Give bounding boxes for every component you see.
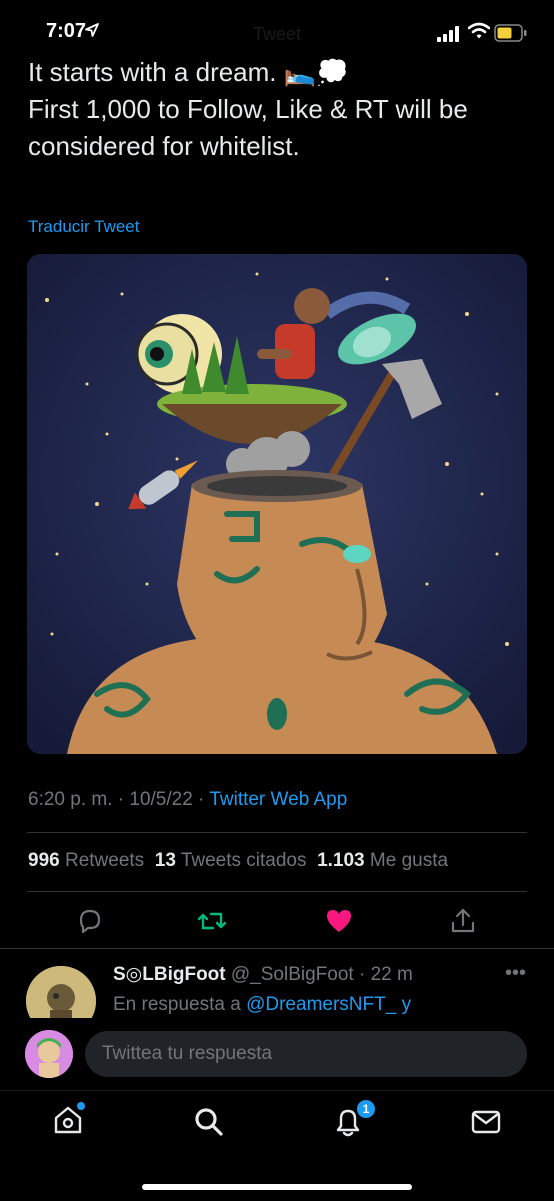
home-unread-dot <box>77 1102 85 1110</box>
artwork-illustration <box>27 254 527 754</box>
like-icon[interactable] <box>324 906 354 936</box>
avatar-image <box>25 1030 73 1078</box>
retweets-label: Retweets <box>64 850 145 871</box>
likes-count: 1.103 <box>317 850 365 871</box>
likes-label: Me gusta <box>369 850 449 871</box>
tweet-meta: 6:20 p. m. · 10/5/22 · Twitter Web App <box>28 789 347 811</box>
quotes-label: Tweets citados <box>180 850 307 871</box>
reply-author-handle[interactable]: @_SolBigFoot <box>231 964 354 985</box>
quotes-count: 13 <box>154 850 176 871</box>
search-icon[interactable] <box>193 1106 225 1138</box>
tweet-text-line: First 1,000 to Follow, Like & RT will be… <box>28 94 468 161</box>
tweet-stats: 996 Retweets 13 Tweets citados 1.103 Me … <box>28 850 448 872</box>
reply-to-user[interactable]: @DreamersNFT_ y <box>246 994 411 1015</box>
signal-icon <box>437 26 459 42</box>
divider <box>0 948 554 949</box>
retweets-count: 996 <box>28 850 60 871</box>
retweets-stat[interactable]: 996 Retweets <box>28 850 144 871</box>
divider <box>27 832 527 833</box>
wifi-icon <box>468 22 490 39</box>
tweet-source[interactable]: Twitter Web App <box>209 789 347 810</box>
more-icon[interactable]: ••• <box>505 962 526 985</box>
quotes-stat[interactable]: 13 Tweets citados <box>155 850 307 871</box>
tweet-text-line: It starts with a dream. 🛌💭 <box>28 57 349 87</box>
share-icon[interactable] <box>448 906 478 936</box>
reply-icon[interactable] <box>75 906 105 936</box>
battery-icon <box>494 24 527 42</box>
tweet-timestamp: 6:20 p. m. · 10/5/22 · <box>28 789 210 810</box>
translate-link[interactable]: Traducir Tweet <box>28 217 140 237</box>
my-avatar[interactable] <box>25 1030 73 1078</box>
retweet-icon[interactable] <box>197 906 227 936</box>
tweet-text: It starts with a dream. 🛌💭 First 1,000 t… <box>28 54 538 165</box>
tweet-image[interactable] <box>27 254 527 754</box>
home-indicator[interactable] <box>142 1184 412 1190</box>
reply-time: · 22 m <box>353 964 413 985</box>
notifications-badge: 1 <box>357 1100 375 1118</box>
reply-context: En respuesta a @DreamersNFT_ y <box>113 994 411 1016</box>
reply-input[interactable]: Twittea tu respuesta <box>85 1031 527 1077</box>
reply-author-name[interactable]: S◎LBigFoot <box>113 964 226 985</box>
divider <box>27 891 527 892</box>
reply-prefix: En respuesta a <box>113 994 247 1015</box>
reply-header: S◎LBigFoot @_SolBigFoot · 22 m <box>113 963 413 986</box>
likes-stat[interactable]: 1.103 Me gusta <box>317 850 448 871</box>
messages-icon[interactable] <box>470 1106 502 1138</box>
